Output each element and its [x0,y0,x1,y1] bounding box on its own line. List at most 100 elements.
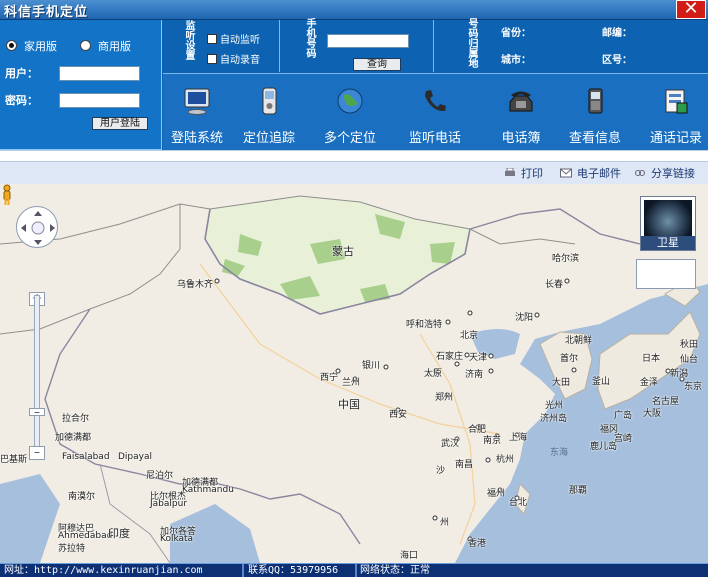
login-panel: 家用版 商用版 用户： 密码： 用户登陆 [0,20,162,150]
map-label: Faisalabad [62,452,110,462]
map-label: 东海 [550,448,569,458]
auto-record-checkbox[interactable] [207,54,217,64]
street-view-pegman-icon[interactable] [0,184,14,206]
toolbar-label: 查看信息 [568,131,621,146]
top-panel: 家用版 商用版 用户： 密码： 用户登陆 监听设置 自动监听 自动录音 手机号码… [0,20,708,150]
email-link[interactable]: 电子邮件 [560,165,621,181]
map-label: 东京 [684,382,703,392]
auto-monitor-label: 自动监听 [220,35,260,46]
close-button[interactable]: ✕ [676,0,706,19]
toolbar-label: 多个定位 [323,131,376,146]
zoom-slider[interactable] [34,295,40,460]
telephone-handset-icon [425,90,446,112]
map-label: 北朝鲜 [565,336,593,346]
map-label: 广岛 [614,411,633,421]
map-label: 光州 [545,401,564,411]
status-bar: 网址：http://www.kexinruanjian.com 联系QQ：539… [0,563,708,577]
settings-row: 监听设置 自动监听 自动录音 手机号码 查询 号码归属地 省份： 城市： 邮编：… [162,20,708,72]
postcode-label: 邮编： [602,28,632,39]
map-label: 呼和浩特 [406,320,443,330]
toolbar-label: 通话记录 [649,131,702,146]
area-code-label: 区号： [602,55,632,66]
minus-icon: – [34,445,40,459]
call-log-icon [665,89,688,114]
map-label: 蒙古 [332,245,354,258]
message-phone-icon [588,88,603,114]
business-version-label: 商用版 [98,40,131,53]
toolbar-call-log[interactable]: 通话记录 [641,74,708,151]
map-label: 秋田 [680,340,699,350]
window-title: 科信手机定位 [4,5,89,20]
map-label: 南京 [483,436,502,446]
divider [279,20,280,72]
password-input[interactable] [59,93,140,108]
title-bar: 科信手机定位 ✕ [0,0,708,20]
user-label: 用户： [5,67,38,80]
minus-icon: – [34,405,40,419]
query-button[interactable]: 查询 [353,58,401,71]
number-location-label: 号码归属地 [468,19,479,70]
monitor-settings-label: 监听设置 [185,21,196,62]
network-status: 网络状态：正常 [360,565,430,576]
map-label: 济州岛 [540,414,568,424]
toolbar-monitor-phone[interactable]: 监听电话 [400,74,470,151]
zoom-slider-handle[interactable]: – [29,405,45,419]
map-label: 中国 [338,398,360,411]
toolbar-label: 电话簿 [501,131,541,146]
satellite-label: 卫星 [641,236,695,250]
business-version-radio[interactable] [80,40,91,51]
map-label: 济南 [465,370,484,380]
user-input[interactable] [59,66,140,81]
map-label: 沈阳 [515,313,534,323]
map-label: 大田 [552,378,571,388]
status-divider [242,564,244,577]
map-label: 武汉 [441,439,460,449]
map-label: 加德满都 [55,433,92,443]
phone-number-label: 手机号码 [306,19,317,60]
pan-arrows-icon [21,211,55,245]
phone-number-input[interactable] [327,34,409,48]
mobile-phone-icon [262,87,277,115]
map-label: 大阪 [643,409,662,419]
satellite-toggle[interactable]: 卫星 [640,196,696,251]
map-label: Dipayal [118,452,153,462]
share-link[interactable]: 分享链接 [634,165,695,181]
toolbar-view-messages[interactable]: 查看信息 [560,74,630,151]
map-label: 香港 [468,539,487,549]
map-label: 日本 [642,354,661,364]
toolbar-location-tracking[interactable]: 定位追踪 [235,74,303,151]
map-label: 金泽 [640,378,659,388]
map-label: Ahmedabad [58,531,113,541]
map-label: 石家庄 [436,352,464,362]
map-label: 乌鲁木齐 [177,280,214,290]
auto-monitor-checkbox[interactable] [207,34,217,44]
map-label: 天津 [469,353,488,363]
toolbar-phonebook[interactable]: 电话簿 [493,74,549,151]
toolbar-label: 登陆系统 [170,131,223,146]
map-label: 苏拉特 [58,544,86,554]
satellite-thumbnail [644,200,692,236]
map-label: 鹿儿岛 [590,442,618,452]
map-label: 台北 [509,498,528,508]
map-type-dropdown[interactable] [636,259,696,289]
map-view[interactable]: 蒙古 乌鲁木齐 哈尔滨 长春 沈阳 呼和浩特 北京 天津 石家庄 太原 济南 银… [0,184,708,563]
province-label: 省份： [501,28,531,39]
home-version-radio[interactable] [6,40,17,51]
map-label: 银川 [362,361,381,371]
toolbar-label: 定位追踪 [242,131,295,146]
zoom-out-button[interactable]: – [29,446,45,460]
map-label: 哈尔滨 [552,254,580,264]
map-label: 海口 [400,551,419,561]
border-line [44,308,361,545]
toolbar-login-system[interactable]: 登陆系统 [163,74,231,151]
map-label: 福州 [487,489,506,499]
map-label: 杭州 [496,455,515,465]
map-label: 仙台 [680,355,699,365]
map-label: 那覇 [569,486,588,496]
login-button[interactable]: 用户登陆 [92,117,148,130]
print-label: 打印 [521,167,543,180]
auto-record-label: 自动录音 [220,55,260,66]
pan-control[interactable] [16,206,58,248]
toolbar-multi-location[interactable]: 多个定位 [315,74,385,151]
print-link[interactable]: 打印 [504,165,543,181]
